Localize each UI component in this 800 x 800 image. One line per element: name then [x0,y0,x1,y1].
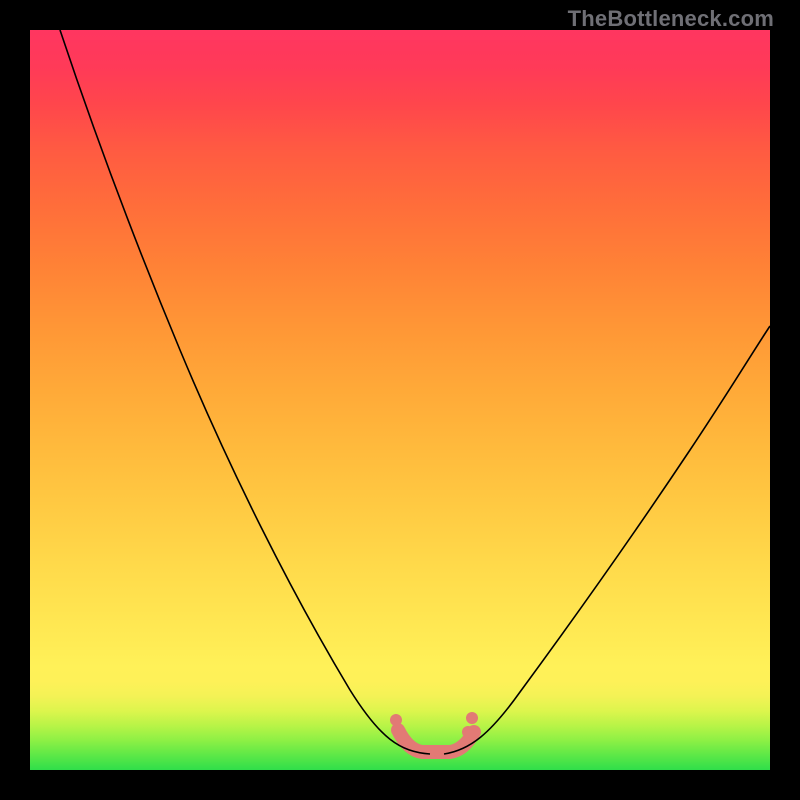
chart-svg [30,30,770,770]
curve-right-branch [444,326,770,754]
chart-frame: TheBottleneck.com [0,0,800,800]
watermark-text: TheBottleneck.com [568,6,774,32]
curve-left-branch [60,30,430,754]
highlight-dot-left-lower [394,726,406,738]
highlight-dot-left-upper [390,714,402,726]
plot-area [30,30,770,770]
highlight-dot-right-upper [466,712,478,724]
highlight-dot-right-lower [462,726,474,738]
